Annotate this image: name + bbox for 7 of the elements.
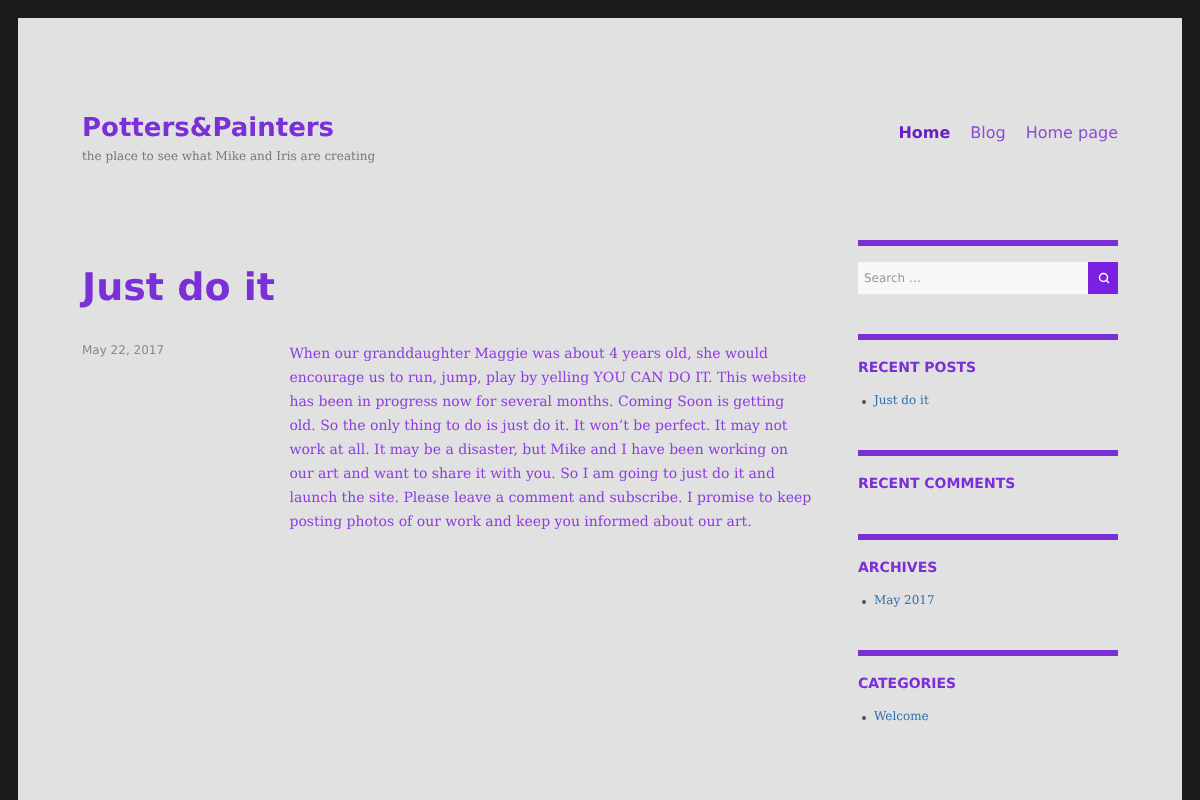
nav-link[interactable]: Blog (970, 122, 1006, 146)
site-title[interactable]: Potters&Painters (82, 114, 376, 146)
post-title[interactable]: Just do it (82, 264, 812, 312)
nav-link[interactable]: Home page (1025, 122, 1118, 146)
search-button[interactable] (1088, 262, 1118, 294)
search-icon (1097, 272, 1109, 284)
nav-link[interactable]: Home (898, 122, 951, 146)
